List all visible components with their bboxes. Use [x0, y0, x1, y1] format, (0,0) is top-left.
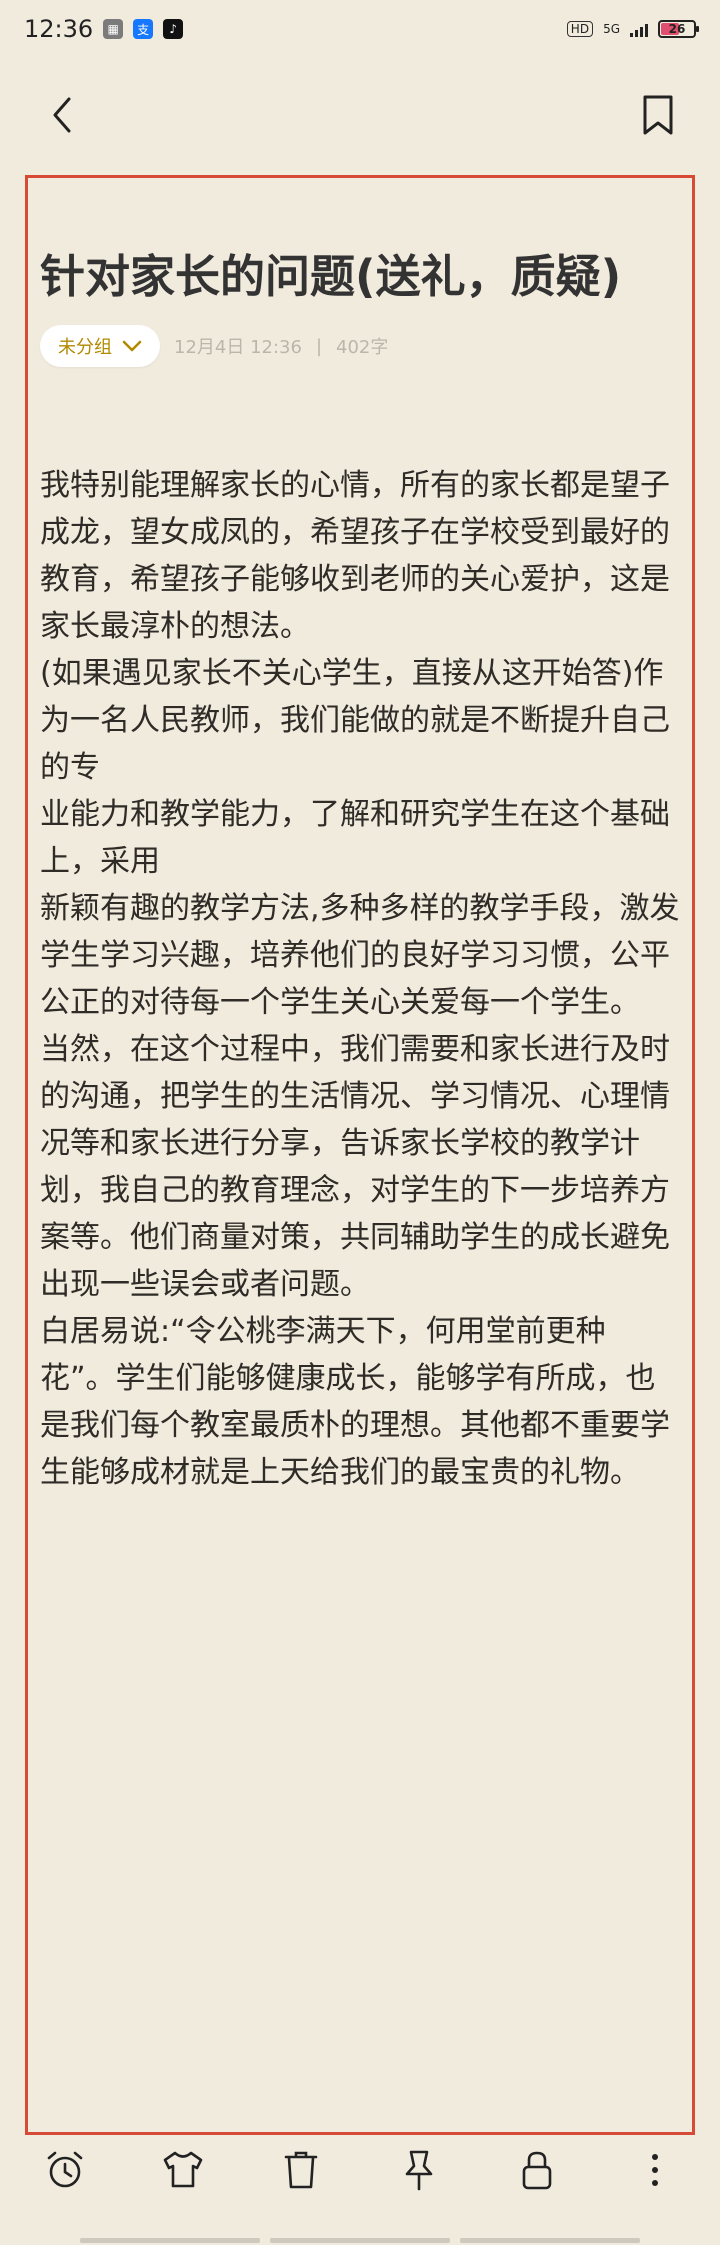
paragraph: 我特别能理解家长的心情，所有的家长都是望子成龙，望女成凤的，希望孩子在学校受到最… — [40, 468, 670, 644]
more-vertical-icon — [652, 2154, 658, 2186]
chevron-down-icon — [122, 339, 142, 353]
meta-separator: | — [315, 335, 323, 357]
status-right: HD 5G 26 — [566, 20, 699, 38]
bookmark-button[interactable] — [628, 80, 688, 150]
gesture-bar — [80, 2238, 640, 2243]
delete-button[interactable] — [271, 2140, 331, 2200]
bookmark-icon — [643, 95, 673, 135]
word-count: 402字 — [336, 337, 389, 358]
status-left: 12:36 ▦ 支 ♪ — [24, 15, 184, 43]
group-label: 未分组 — [58, 337, 112, 358]
paragraph: 白居易说:“令公桃李满天下，何用堂前更种花”。学生们能够健康成长，能够学有所成，… — [40, 1314, 670, 1490]
paragraph: 当然，在这个过程中，我们需要和家长进行及时的沟通，把学生的生活情况、学习情况、心… — [40, 1032, 670, 1302]
pin-button[interactable] — [389, 2140, 449, 2200]
alarm-clock-icon — [47, 2151, 83, 2188]
shirt-icon — [163, 2151, 203, 2188]
more-button[interactable] — [625, 2140, 685, 2200]
trash-icon — [284, 2151, 318, 2189]
note-meta: 未分组 12月4日 12:36 | 402字 — [40, 325, 388, 367]
bottom-toolbar — [0, 2120, 720, 2220]
theme-button[interactable] — [153, 2140, 213, 2200]
back-button[interactable] — [32, 80, 92, 150]
paragraph: 业能力和教学能力，了解和研究学生在这个基础上，采用 — [40, 797, 670, 879]
tiktok-icon: ♪ — [163, 19, 184, 39]
status-bar: 12:36 ▦ 支 ♪ HD 5G 26 — [0, 0, 720, 58]
note-body[interactable]: 我特别能理解家长的心情，所有的家长都是望子成龙，望女成凤的，希望孩子在学校受到最… — [40, 462, 680, 1496]
paragraph: 新颖有趣的教学方法,多种多样的教学手段，激发学生学习兴趣，培养他们的良好学习习惯… — [40, 891, 680, 1020]
status-time: 12:36 — [24, 15, 94, 43]
alipay-icon: 支 — [133, 19, 154, 39]
lock-button[interactable] — [507, 2140, 567, 2200]
note-date: 12月4日 12:36 — [174, 337, 302, 358]
note-title[interactable]: 针对家长的问题(送礼，质疑) — [40, 250, 680, 304]
paragraph: (如果遇见家长不关心学生，直接从这开始答)作为一名人民教师，我们能做的就是不断提… — [40, 656, 670, 785]
group-selector[interactable]: 未分组 — [40, 325, 160, 367]
lock-icon — [522, 2151, 552, 2190]
back-icon — [53, 97, 71, 133]
hd-badge: HD — [566, 21, 594, 37]
battery-level: 26 — [668, 22, 686, 36]
battery-icon: 26 — [658, 20, 699, 38]
reminder-button[interactable] — [35, 2140, 95, 2200]
signal-icon — [630, 21, 648, 37]
network-type: 5G — [603, 22, 620, 36]
notification-app-icon: ▦ — [103, 19, 124, 39]
top-navigation — [0, 80, 720, 150]
pin-icon — [405, 2150, 433, 2191]
